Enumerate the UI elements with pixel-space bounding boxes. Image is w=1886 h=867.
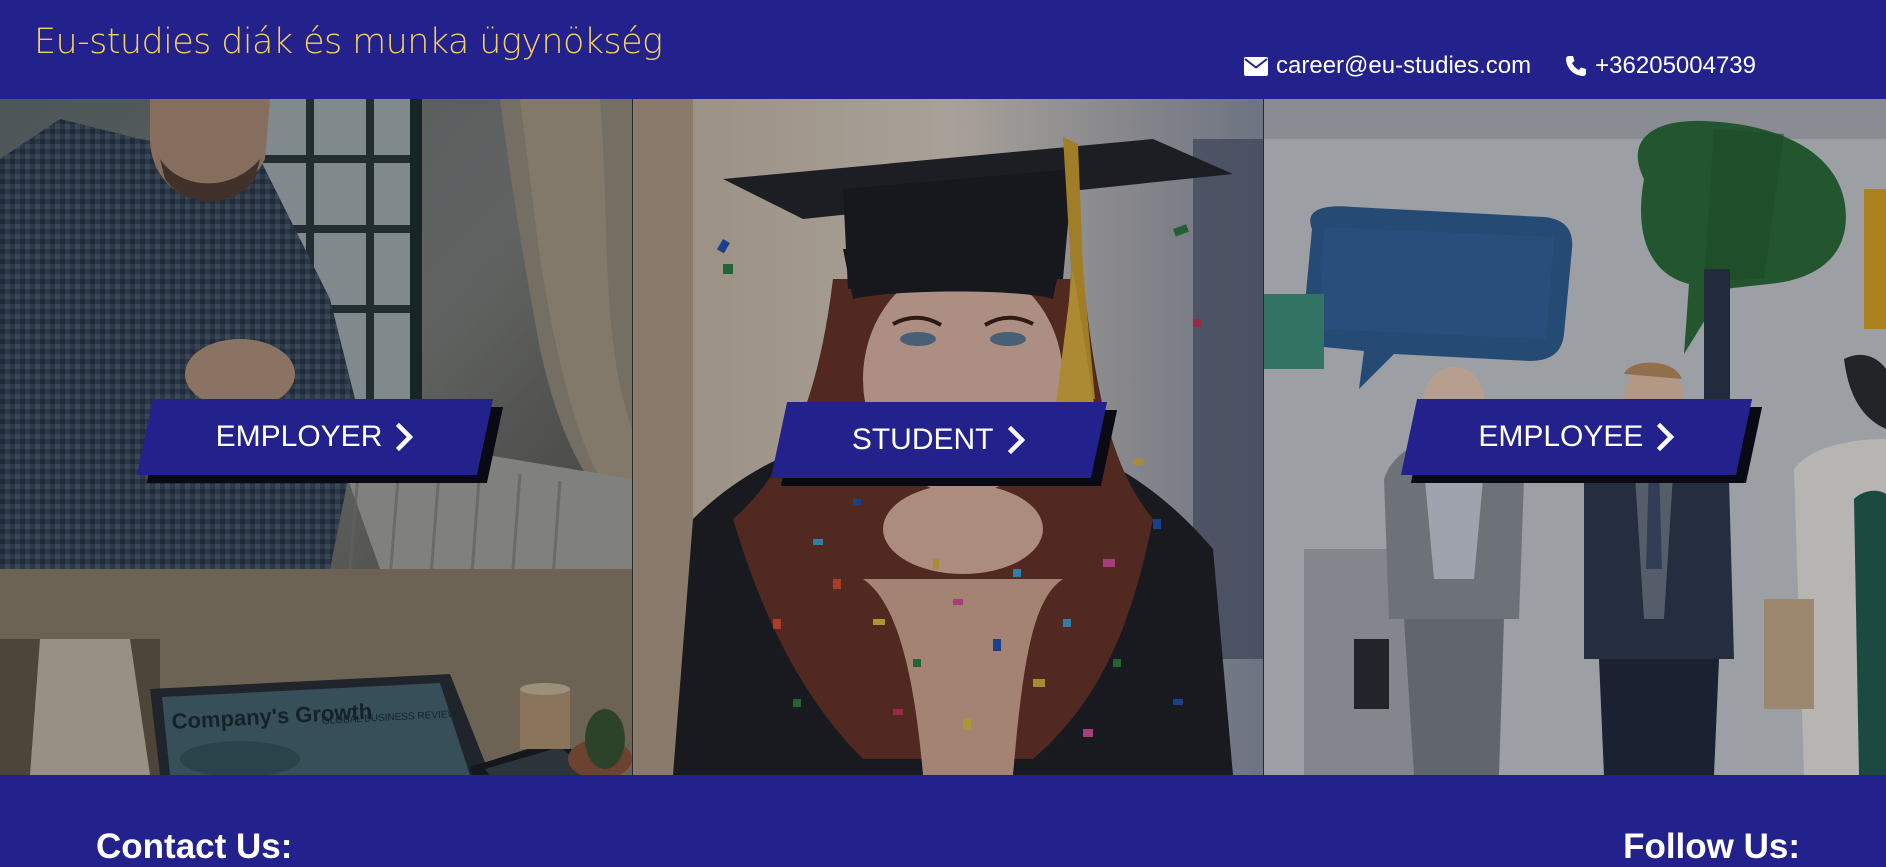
- header-contact-info: career@eu-studies.com +36205004739: [1244, 52, 1756, 80]
- email-text: career@eu-studies.com: [1276, 52, 1532, 79]
- contact-us-heading: Contact Us:: [96, 827, 293, 866]
- phone-text: +36205004739: [1595, 52, 1756, 79]
- email-link[interactable]: career@eu-studies.com: [1244, 52, 1531, 80]
- follow-us-heading: Follow Us:: [1623, 827, 1800, 866]
- envelope-icon: [1244, 56, 1269, 76]
- student-button[interactable]: STUDENT: [770, 402, 1117, 486]
- employer-button-label: EMPLOYER: [215, 420, 383, 453]
- phone-icon: [1565, 55, 1587, 77]
- student-panel[interactable]: STUDENT: [631, 99, 1264, 775]
- role-panels: Company's Growth GLOBAL BUSINESS REVIEW …: [0, 99, 1886, 775]
- employer-button[interactable]: EMPLOYER: [136, 399, 504, 483]
- brand-title[interactable]: Eu-studies diák és munka ügynökség: [34, 22, 663, 62]
- chevron-right-icon: [1657, 423, 1675, 451]
- employee-button[interactable]: EMPLOYEE: [1401, 399, 1763, 483]
- student-button-label: STUDENT: [851, 423, 994, 456]
- chevron-right-icon: [396, 423, 414, 451]
- footer: Contact Us: Follow Us:: [0, 775, 1886, 866]
- employee-panel[interactable]: EMPLOYEE: [1263, 99, 1886, 775]
- employee-button-label: EMPLOYEE: [1478, 420, 1644, 453]
- chevron-right-icon: [1007, 426, 1026, 454]
- employer-panel[interactable]: Company's Growth GLOBAL BUSINESS REVIEW …: [0, 99, 632, 775]
- top-bar: Eu-studies diák és munka ügynökség caree…: [0, 0, 1886, 99]
- phone-link[interactable]: +36205004739: [1565, 52, 1756, 80]
